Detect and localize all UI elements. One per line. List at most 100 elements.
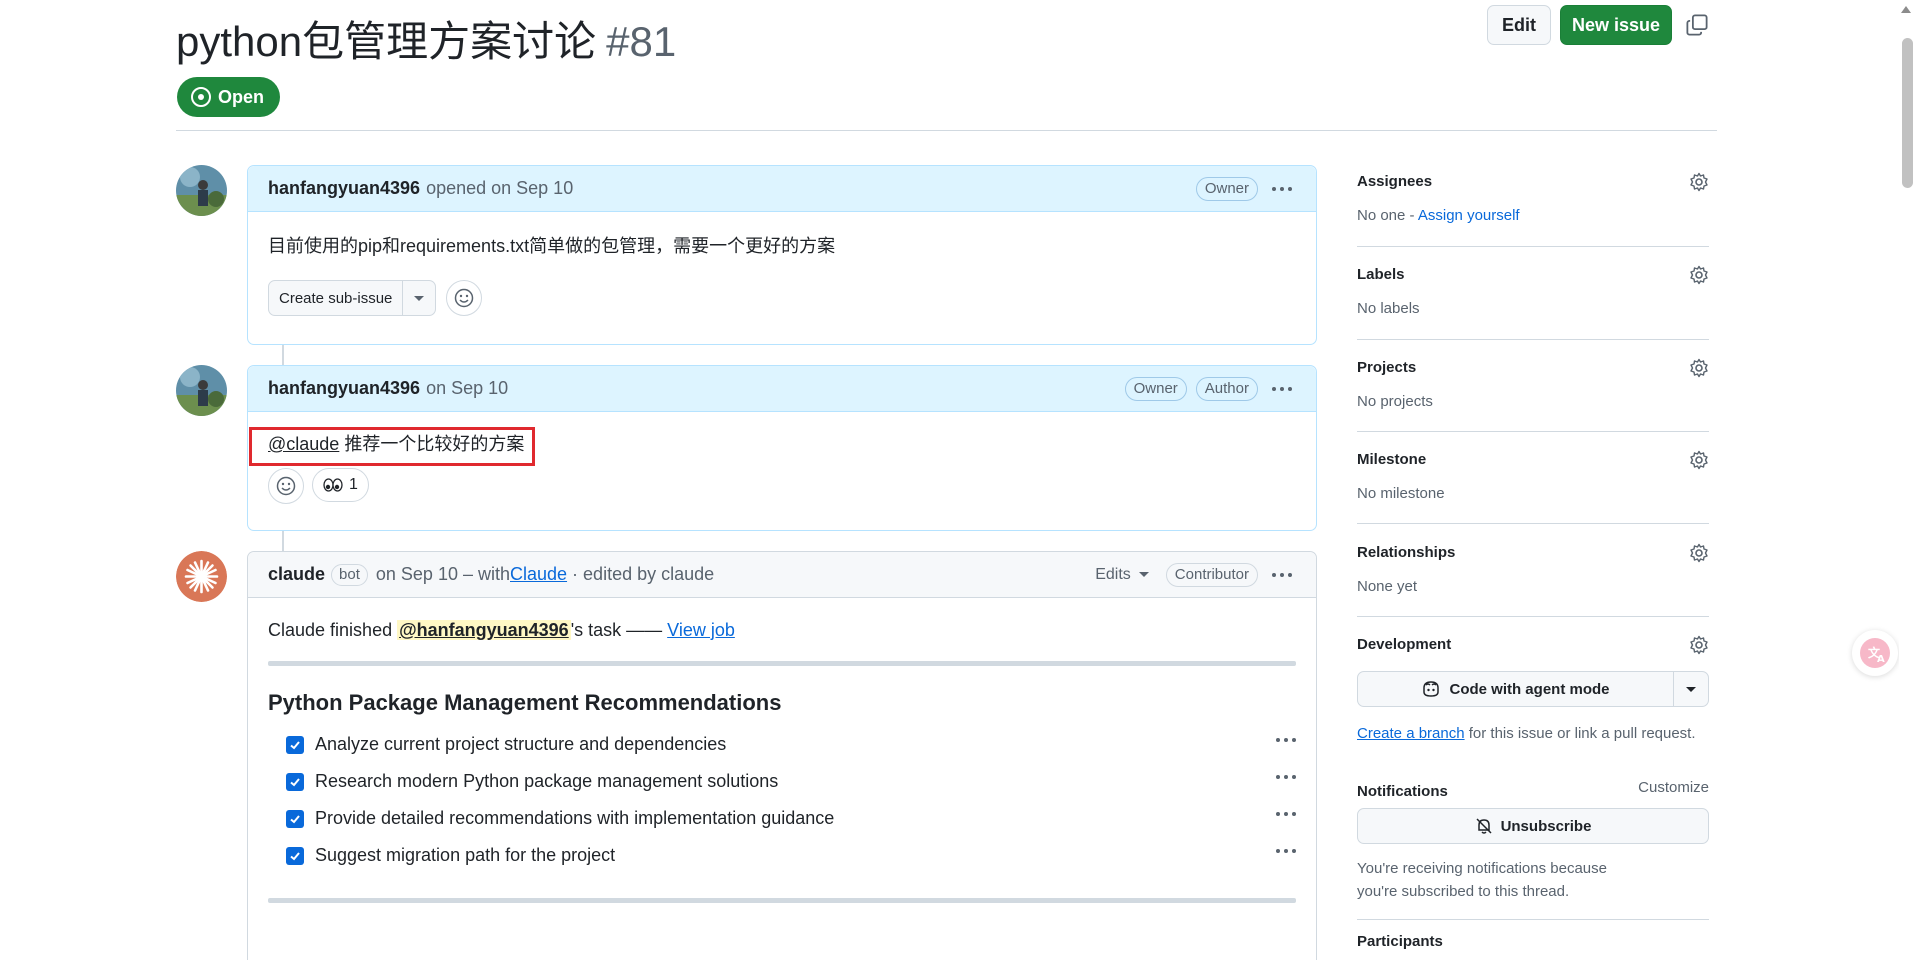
eyes-reaction[interactable]: 1 <box>312 468 369 502</box>
issue-title: python包管理方案讨论 #81 <box>176 8 676 69</box>
task-list-item: Suggest migration path for the project <box>268 837 1296 874</box>
task-list-item: Analyze current project structure and de… <box>268 726 1296 763</box>
gear-icon[interactable] <box>1689 265 1709 285</box>
translate-widget-icon[interactable]: 文 A <box>1852 630 1898 676</box>
relationships-title[interactable]: Relationships <box>1357 544 1455 561</box>
comment-author[interactable]: claude <box>268 564 325 585</box>
gear-icon[interactable] <box>1689 358 1709 378</box>
task-suffix: 's task —— <box>570 620 668 640</box>
copy-icon[interactable] <box>1686 14 1708 36</box>
author-label: Author <box>1195 376 1258 401</box>
divider <box>268 898 1296 903</box>
owner-label: Owner <box>1195 176 1258 201</box>
divider <box>1357 246 1709 247</box>
translate-icon: 文 A <box>1860 638 1890 668</box>
comment-options-button[interactable] <box>1268 377 1296 401</box>
eyes-icon <box>323 478 343 492</box>
comment-author[interactable]: hanfangyuan4396 <box>268 378 420 399</box>
annotation-highlight-box <box>249 427 535 466</box>
user-avatar-image <box>176 165 227 216</box>
projects-value: No projects <box>1357 393 1433 410</box>
header-divider <box>176 130 1717 131</box>
create-sub-issue-label[interactable]: Create sub-issue <box>269 281 404 315</box>
issue-description: hanfangyuan4396 opened on Sep 10 Owner 目… <box>247 165 1317 345</box>
task-options-button[interactable] <box>1276 812 1296 816</box>
section-heading: Python Package Management Recommendation… <box>268 690 782 715</box>
gear-icon[interactable] <box>1689 450 1709 470</box>
scrollbar[interactable] <box>1899 0 1915 960</box>
edits-dropdown[interactable]: Edits <box>1095 566 1149 584</box>
milestone-title[interactable]: Milestone <box>1357 451 1426 468</box>
claude-avatar-icon <box>176 551 227 602</box>
comment-header: claude bot on Sep 10 – with Claude · edi… <box>248 552 1316 598</box>
new-issue-button[interactable]: New issue <box>1560 5 1672 45</box>
checkbox-checked-icon[interactable] <box>286 846 304 865</box>
comment-meta[interactable]: on Sep 10 <box>426 378 508 399</box>
issue-sidebar: Assignees No one - Assign yourself Label… <box>1357 165 1709 960</box>
edits-label[interactable]: Edits <box>1095 566 1131 584</box>
unsubscribe-button[interactable]: Unsubscribe <box>1357 808 1709 844</box>
task-list: Analyze current project structure and de… <box>268 726 1296 874</box>
add-reaction-button[interactable] <box>268 468 304 504</box>
task-options-button[interactable] <box>1276 738 1296 742</box>
timeline-connector <box>282 531 284 551</box>
comment-options-button[interactable] <box>1268 563 1296 587</box>
user-avatar-image <box>176 365 227 416</box>
view-job-link[interactable]: View job <box>667 620 735 640</box>
comment-body: 目前使用的pip和requirements.txt简单做的包管理，需要一个更好的… <box>248 212 1316 336</box>
create-sub-issue-button[interactable]: Create sub-issue <box>268 280 437 316</box>
assignees-value: No one - Assign yourself <box>1357 207 1520 224</box>
assign-yourself-link[interactable]: Assign yourself <box>1418 207 1520 224</box>
comment-edited-meta: · edited by claude <box>567 564 715 584</box>
assignees-title[interactable]: Assignees <box>1357 173 1432 190</box>
svg-text:A: A <box>1877 654 1885 665</box>
avatar[interactable] <box>176 365 227 416</box>
smiley-icon <box>455 288 474 308</box>
task-options-button[interactable] <box>1276 775 1296 779</box>
copilot-icon <box>1423 681 1440 697</box>
chevron-down-icon[interactable] <box>1674 686 1708 692</box>
development-title[interactable]: Development <box>1357 636 1451 653</box>
chevron-down-icon[interactable] <box>403 281 435 315</box>
gear-icon[interactable] <box>1689 543 1709 563</box>
labels-title[interactable]: Labels <box>1357 266 1405 283</box>
gear-icon[interactable] <box>1689 635 1709 655</box>
scroll-up-arrow-icon[interactable] <box>1901 6 1911 13</box>
issue-state-badge: Open <box>177 77 281 117</box>
code-with-agent-mode-button[interactable]: Code with agent mode <box>1357 671 1709 707</box>
user-mention[interactable]: @hanfangyuan4396 <box>397 620 571 640</box>
task-label: Analyze current project structure and de… <box>315 734 727 754</box>
create-branch-link[interactable]: Create a branch <box>1357 725 1465 742</box>
gear-icon[interactable] <box>1689 172 1709 192</box>
unsubscribe-label[interactable]: Unsubscribe <box>1501 818 1592 835</box>
development-link-suffix: for this issue or link a pull request. <box>1464 725 1696 742</box>
comment-text: 目前使用的pip和requirements.txt简单做的包管理，需要一个更好的… <box>268 236 836 256</box>
checkbox-checked-icon[interactable] <box>286 772 304 791</box>
development-link-text: Create a branch for this issue or link a… <box>1357 725 1696 742</box>
add-reaction-button[interactable] <box>446 280 483 316</box>
customize-link[interactable]: Customize <box>1638 779 1709 796</box>
contributor-label: Contributor <box>1165 562 1258 587</box>
avatar[interactable] <box>176 165 227 216</box>
task-label: Provide detailed recommendations with im… <box>315 808 835 828</box>
notifications-note: You're receiving notifications because y… <box>1357 860 1607 900</box>
checkbox-checked-icon[interactable] <box>286 809 304 828</box>
projects-title[interactable]: Projects <box>1357 359 1416 376</box>
task-options-button[interactable] <box>1276 849 1296 853</box>
divider <box>1357 523 1709 524</box>
bell-slash-icon <box>1476 818 1492 834</box>
milestone-value: No milestone <box>1357 485 1445 502</box>
comment-meta[interactable]: opened on Sep 10 <box>426 178 573 199</box>
checkbox-checked-icon[interactable] <box>286 735 304 754</box>
claude-link[interactable]: Claude <box>510 564 567 585</box>
code-with-agent-mode-label[interactable]: Code with agent mode <box>1449 681 1609 698</box>
divider <box>1357 431 1709 432</box>
divider <box>268 661 1296 666</box>
edit-button[interactable]: Edit <box>1487 5 1551 45</box>
scrollbar-thumb[interactable] <box>1902 38 1913 188</box>
divider <box>1357 339 1709 340</box>
task-label: Research modern Python package managemen… <box>315 771 779 791</box>
comment-author[interactable]: hanfangyuan4396 <box>268 178 420 199</box>
avatar[interactable] <box>176 551 227 602</box>
comment-options-button[interactable] <box>1268 177 1296 201</box>
